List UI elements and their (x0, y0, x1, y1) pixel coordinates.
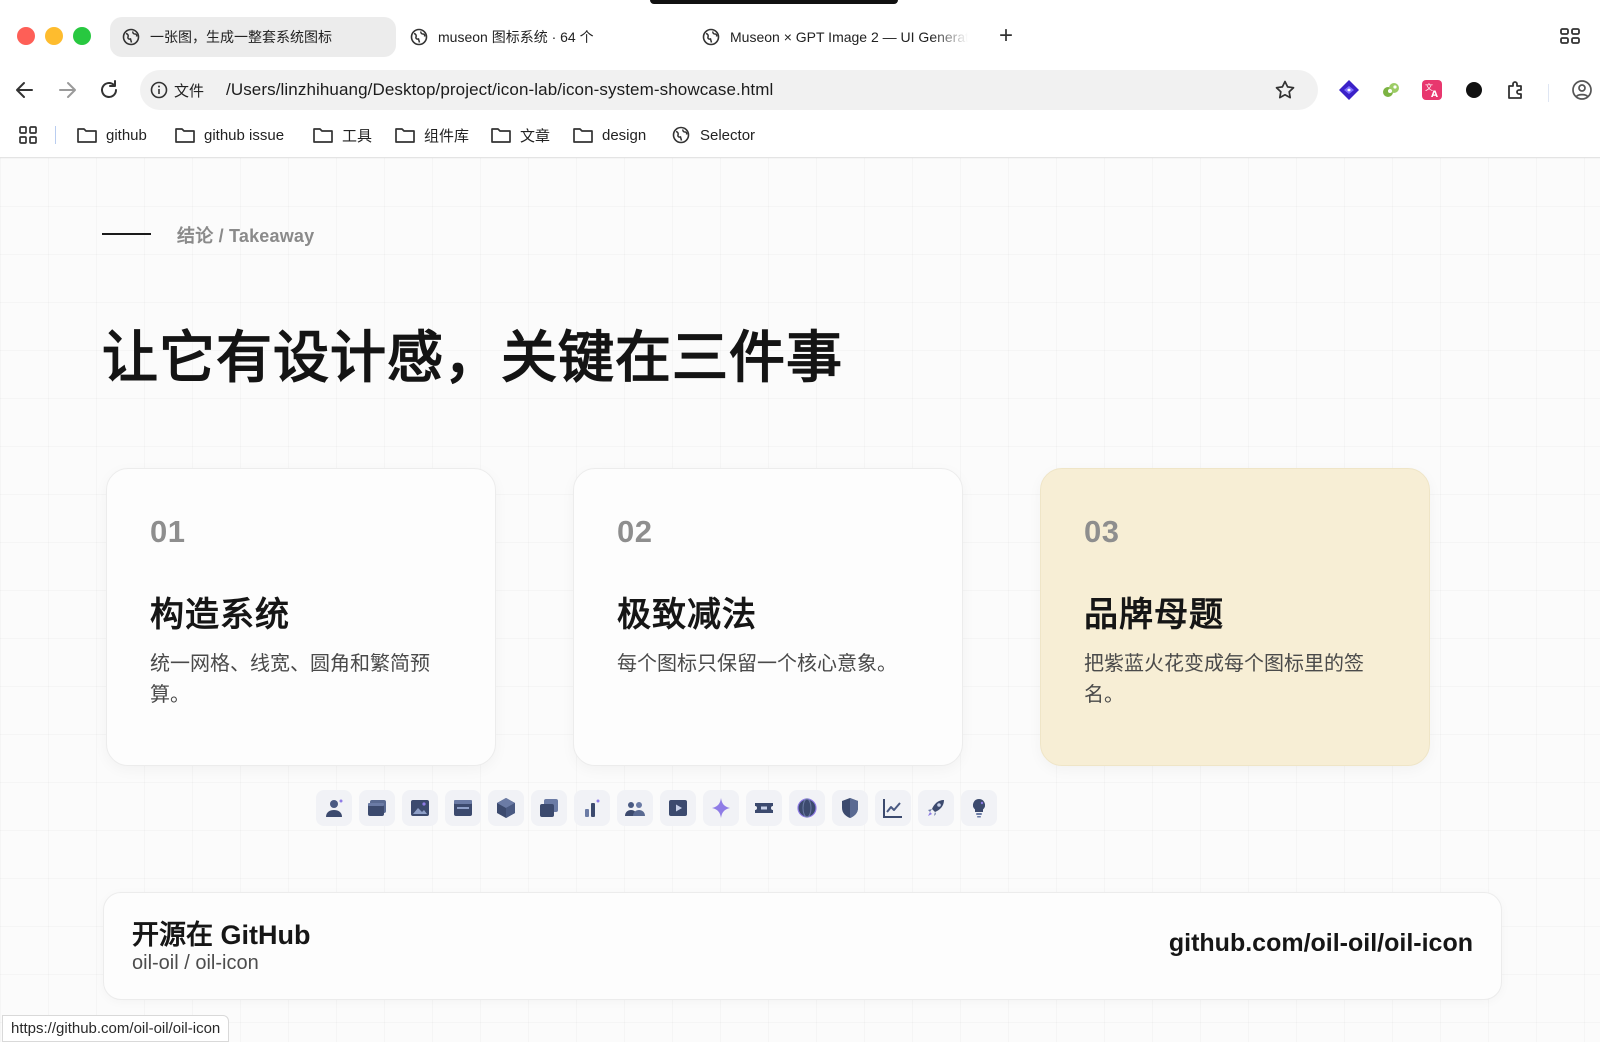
section-eyebrow: 结论 / Takeaway (177, 226, 315, 246)
bookmark-github-issue[interactable]: github issue (174, 123, 284, 147)
icon-strip (316, 790, 997, 826)
folder-icon (77, 128, 97, 143)
translate-extension-icon[interactable]: 文A (1420, 78, 1444, 102)
globe-icon (672, 126, 690, 144)
eyebrow-rule (102, 233, 151, 235)
ticket-icon (746, 790, 782, 826)
bookmark-star-icon[interactable] (1274, 79, 1296, 101)
takeaway-card-2: 02 极致减法 每个图标只保留一个核心意象。 (573, 468, 963, 766)
diamond-extension-icon[interactable] (1337, 78, 1361, 102)
rocket-icon (918, 790, 954, 826)
github-card[interactable]: 开源在 GitHub oil-oil / oil-icon github.com… (103, 892, 1502, 1000)
folder-icon (395, 128, 415, 143)
card-description: 把紫蓝火花变成每个图标里的签名。 (1084, 653, 1364, 706)
takeaway-card-3: 03 品牌母题 把紫蓝火花变成每个图标里的签名。 (1040, 468, 1430, 766)
back-arrow-icon[interactable] (12, 77, 38, 103)
folder-icon (313, 128, 333, 143)
bookmark-tools[interactable]: 工具 (312, 123, 372, 147)
dark-mode-extension-icon[interactable] (1462, 78, 1486, 102)
bookmark-label: github issue (204, 126, 285, 144)
bulb-icon (961, 790, 997, 826)
close-window-button[interactable] (17, 27, 35, 45)
forward-arrow-icon[interactable] (54, 77, 80, 103)
browser-window: 一张图，生成一整套系统图标 museon 图标系统 · 64 个 Museon … (0, 0, 1600, 1042)
url-text[interactable]: /Users/linzhihuang/Desktop/project/icon-… (226, 80, 773, 100)
bookmark-selector[interactable]: Selector (670, 123, 755, 147)
tab-title: Museon × GPT Image 2 — UI Generation (730, 29, 968, 45)
new-tab-button[interactable]: + (994, 24, 1018, 48)
profile-avatar-icon[interactable] (1570, 78, 1594, 102)
minimize-window-button[interactable] (45, 27, 63, 45)
bookmark-label: github (106, 126, 147, 144)
tab-title: museon 图标系统 · 64 个 (438, 29, 594, 45)
folder-icon (491, 128, 511, 143)
folder-icon (175, 128, 195, 143)
svg-text:A: A (1431, 90, 1438, 100)
mascot-extension-icon[interactable] (1379, 78, 1403, 102)
team-icon (617, 790, 653, 826)
link-status-bubble: https://github.com/oil-oil/oil-icon (2, 1015, 230, 1042)
globe-icon (789, 790, 825, 826)
globe-icon (410, 28, 428, 46)
takeaway-card-1: 01 构造系统 统一网格、线宽、圆角和繁简预算。 (106, 468, 496, 766)
card-description: 每个图标只保留一个核心意象。 (617, 653, 897, 675)
browser-icon (445, 790, 481, 826)
tab-strip: 一张图，生成一整套系统图标 museon 图标系统 · 64 个 Museon … (0, 0, 1600, 68)
bookmark-articles[interactable]: 文章 (490, 123, 550, 147)
browser-toolbar: 文件 /Users/linzhihuang/Desktop/project/ic… (0, 68, 1600, 112)
tab-active[interactable]: 一张图，生成一整套系统图标 (110, 17, 396, 57)
layers-icon (531, 790, 567, 826)
github-repo: oil-oil / oil-icon (132, 952, 259, 974)
card-title: 构造系统 (150, 596, 290, 634)
toolbar-divider (1548, 84, 1549, 102)
window-icon (359, 790, 395, 826)
card-title: 品牌母题 (1084, 596, 1224, 634)
bookmark-label: 组件库 (424, 127, 470, 145)
address-bar[interactable]: 文件 /Users/linzhihuang/Desktop/project/ic… (140, 70, 1318, 110)
card-number: 01 (150, 514, 186, 549)
site-info-button[interactable]: 文件 (150, 80, 204, 100)
tab-museon-icon-system[interactable]: museon 图标系统 · 64 个 (398, 17, 674, 57)
info-icon (150, 81, 168, 99)
bookmarks-bar: github github issue 工具 组件库 文章 design Sel… (0, 112, 1600, 158)
reload-icon[interactable] (96, 77, 122, 103)
tab-search-icon[interactable] (1558, 24, 1582, 48)
bookmarks-divider (55, 126, 56, 144)
line-chart-icon (875, 790, 911, 826)
extensions-puzzle-icon[interactable] (1504, 78, 1528, 102)
folder-icon (573, 128, 593, 143)
bookmark-label: 文章 (520, 127, 551, 145)
card-title: 极致减法 (617, 596, 757, 634)
maximize-window-button[interactable] (73, 27, 91, 45)
play-icon (660, 790, 696, 826)
card-description: 统一网格、线宽、圆角和繁简预算。 (150, 653, 430, 706)
bookmark-components[interactable]: 组件库 (394, 123, 469, 147)
shield-icon (832, 790, 868, 826)
tab-museon-gpt-image[interactable]: Museon × GPT Image 2 — UI Generation (690, 17, 980, 57)
bookmark-github[interactable]: github (76, 123, 147, 147)
tab-title: 一张图，生成一整套系统图标 (150, 29, 332, 45)
sparkle-icon (703, 790, 739, 826)
globe-icon (702, 28, 720, 46)
page-content: 结论 / Takeaway 让它有设计感，关键在三件事 01 构造系统 统一网格… (0, 158, 1600, 1042)
camera-notch (650, 0, 898, 4)
security-label: 文件 (174, 82, 205, 100)
card-number: 03 (1084, 514, 1120, 549)
github-link[interactable]: github.com/oil-oil/oil-icon (1169, 929, 1473, 958)
bar-chart-icon (574, 790, 610, 826)
bookmark-label: Selector (700, 126, 756, 144)
user-icon (316, 790, 352, 826)
bookmark-design[interactable]: design (572, 123, 646, 147)
globe-icon (122, 28, 140, 46)
page-title: 让它有设计感，关键在三件事 (102, 326, 843, 389)
apps-grid-icon[interactable] (18, 125, 38, 145)
image-icon (402, 790, 438, 826)
bookmark-label: design (602, 126, 647, 144)
bookmark-label: 工具 (342, 127, 373, 145)
github-title: 开源在 GitHub (132, 920, 311, 950)
card-number: 02 (617, 514, 653, 549)
cube-icon (488, 790, 524, 826)
